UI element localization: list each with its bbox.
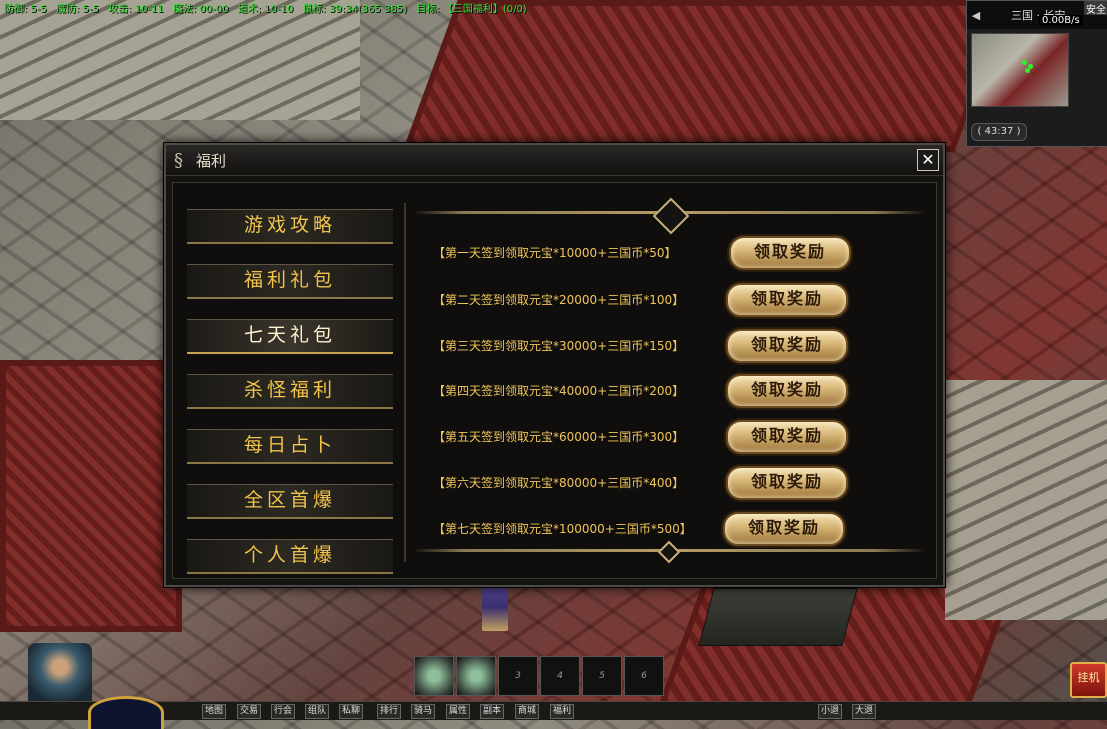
magic-defense-stat: 魔防: 5-5 xyxy=(56,4,99,15)
reward-text: 【第七天签到领取元宝*100000+三国币*500】 xyxy=(433,521,692,536)
claim-reward-button[interactable]: 领取奖励 xyxy=(729,236,851,270)
claim-reward-button[interactable]: 领取奖励 xyxy=(726,466,848,500)
menu-item-guide[interactable]: 游戏攻略 xyxy=(187,209,393,244)
reward-row: 【第三天签到领取元宝*30000+三国币*150】 xyxy=(433,328,684,362)
status-line: 防御: 5-5 魔防: 5-5 攻击: 10-11 魔法: 00-00 道术: … xyxy=(4,0,533,15)
menu-item-gift-pack[interactable]: 福利礼包 xyxy=(187,264,393,299)
reward-row: 【第六天签到领取元宝*80000+三国币*400】 xyxy=(433,465,684,499)
reward-text: 【第三天签到领取元宝*30000+三国币*150】 xyxy=(433,338,685,353)
stone-stairs xyxy=(945,380,1107,620)
minimap[interactable]: ◀ 三国 · 长安 0.00B/s 安全 ( 43:37 ) xyxy=(966,0,1107,147)
dragon-logo-icon: § xyxy=(174,149,183,171)
toolbar-button-welfare[interactable]: 福利 xyxy=(550,704,575,719)
map-coordinates: ( 43:37 ) xyxy=(971,123,1027,141)
toolbar-button-rank[interactable]: 排行 xyxy=(377,704,402,719)
menu-item-monster-kill[interactable]: 杀怪福利 xyxy=(187,374,393,409)
target-info: 目标: 【三国福利】(0/0) xyxy=(416,4,527,15)
player-dot-icon xyxy=(1022,60,1027,65)
attack-stat: 攻击: 10-11 xyxy=(108,4,164,15)
toolbar-button-team[interactable]: 组队 xyxy=(305,704,330,719)
hotbar-slot[interactable]: 6 xyxy=(624,656,664,696)
claim-reward-button[interactable]: 领取奖励 xyxy=(726,420,848,454)
claim-reward-button[interactable]: 领取奖励 xyxy=(726,283,848,317)
menu-item-personal-first-drop[interactable]: 个人首爆 xyxy=(187,539,393,574)
red-carpet xyxy=(0,360,182,632)
network-speed: 0.00B/s xyxy=(1039,15,1083,26)
welfare-menu: 游戏攻略 福利礼包 七天礼包 杀怪福利 每日占卜 全区首爆 个人首爆 xyxy=(187,209,393,594)
safe-zone-badge: 安全 xyxy=(1084,1,1107,16)
reward-row: 【第四天签到领取元宝*40000+三国币*200】 xyxy=(433,373,684,407)
minimap-view[interactable] xyxy=(971,33,1069,107)
dialog-title: 福利 xyxy=(196,151,227,170)
logout-full-button[interactable]: 大退 xyxy=(852,704,877,719)
reward-text: 【第一天签到领取元宝*10000+三国币*50】 xyxy=(433,245,677,260)
npc-dot-icon xyxy=(1025,68,1030,73)
red-carpet xyxy=(402,0,1010,152)
menu-item-seven-days[interactable]: 七天礼包 xyxy=(187,319,393,354)
dialog-body: 游戏攻略 福利礼包 七天礼包 杀怪福利 每日占卜 全区首爆 个人首爆 【第一天签… xyxy=(172,182,937,579)
claim-reward-button[interactable]: 领取奖励 xyxy=(726,374,848,408)
hotbar-slot[interactable] xyxy=(414,656,454,696)
toolbar-button-chat[interactable]: 私聊 xyxy=(339,704,364,719)
hotbar-slot[interactable]: 5 xyxy=(582,656,622,696)
magic-stat: 魔法: 00-00 xyxy=(172,4,229,15)
hotbar-slot[interactable] xyxy=(456,656,496,696)
claim-reward-button[interactable]: 领取奖励 xyxy=(726,329,848,363)
menu-item-server-first-drop[interactable]: 全区首爆 xyxy=(187,484,393,519)
close-button[interactable]: ✕ xyxy=(917,149,939,171)
divider xyxy=(404,203,406,562)
hotbar-slot[interactable]: 4 xyxy=(540,656,580,696)
speaker-icon[interactable]: ◀ xyxy=(967,9,985,22)
toolbar-button-dungeon[interactable]: 副本 xyxy=(480,704,505,719)
reward-text: 【第五天签到领取元宝*60000+三国币*300】 xyxy=(433,429,685,444)
toolbar-button-guild[interactable]: 行会 xyxy=(271,704,296,719)
diamond-ornament-icon xyxy=(652,197,690,235)
logout-small-button[interactable]: 小退 xyxy=(818,704,843,719)
reward-row: 【第五天签到领取元宝*60000+三国币*300】 xyxy=(433,419,684,453)
welfare-dialog: § 福利 ✕ 游戏攻略 福利礼包 七天礼包 杀怪福利 每日占卜 全区首爆 个人首… xyxy=(164,143,945,587)
reward-row: 【第七天签到领取元宝*100000+三国币*500】 xyxy=(433,511,692,545)
toolbar-button-map[interactable]: 地图 xyxy=(202,704,227,719)
hotbar-slot[interactable]: 3 xyxy=(498,656,538,696)
toolbar-button-attributes[interactable]: 属性 xyxy=(446,704,471,719)
toolbar-button-trade[interactable]: 交易 xyxy=(237,704,262,719)
reward-text: 【第六天签到领取元宝*80000+三国币*400】 xyxy=(433,475,685,490)
claim-reward-button[interactable]: 领取奖励 xyxy=(723,512,845,546)
toolbar-button-shop[interactable]: 商城 xyxy=(515,704,540,719)
reward-text: 【第四天签到领取元宝*40000+三国币*200】 xyxy=(433,383,685,398)
taoism-stat: 道术: 10-10 xyxy=(237,4,294,15)
reward-row: 【第一天签到领取元宝*10000+三国币*50】 xyxy=(433,235,677,269)
health-orb xyxy=(88,696,164,729)
mouse-coords: 鼠标: 39:34(365 385) xyxy=(302,4,408,15)
auto-fight-button[interactable]: 挂机 xyxy=(1070,662,1107,698)
skill-hotbar: 3 4 5 6 xyxy=(414,656,666,696)
menu-item-divination[interactable]: 每日占卜 xyxy=(187,429,393,464)
reward-text: 【第二天签到领取元宝*20000+三国币*100】 xyxy=(433,292,685,307)
defense-stat: 防御: 5-5 xyxy=(4,4,47,15)
stone-table xyxy=(698,588,858,646)
player-portrait[interactable] xyxy=(28,643,92,703)
player-character[interactable] xyxy=(482,583,508,631)
reward-row: 【第二天签到领取元宝*20000+三国币*100】 xyxy=(433,282,684,316)
dialog-titlebar[interactable]: § 福利 xyxy=(166,145,943,176)
toolbar-button-mount[interactable]: 骑马 xyxy=(411,704,436,719)
stone-stairs xyxy=(0,0,360,120)
